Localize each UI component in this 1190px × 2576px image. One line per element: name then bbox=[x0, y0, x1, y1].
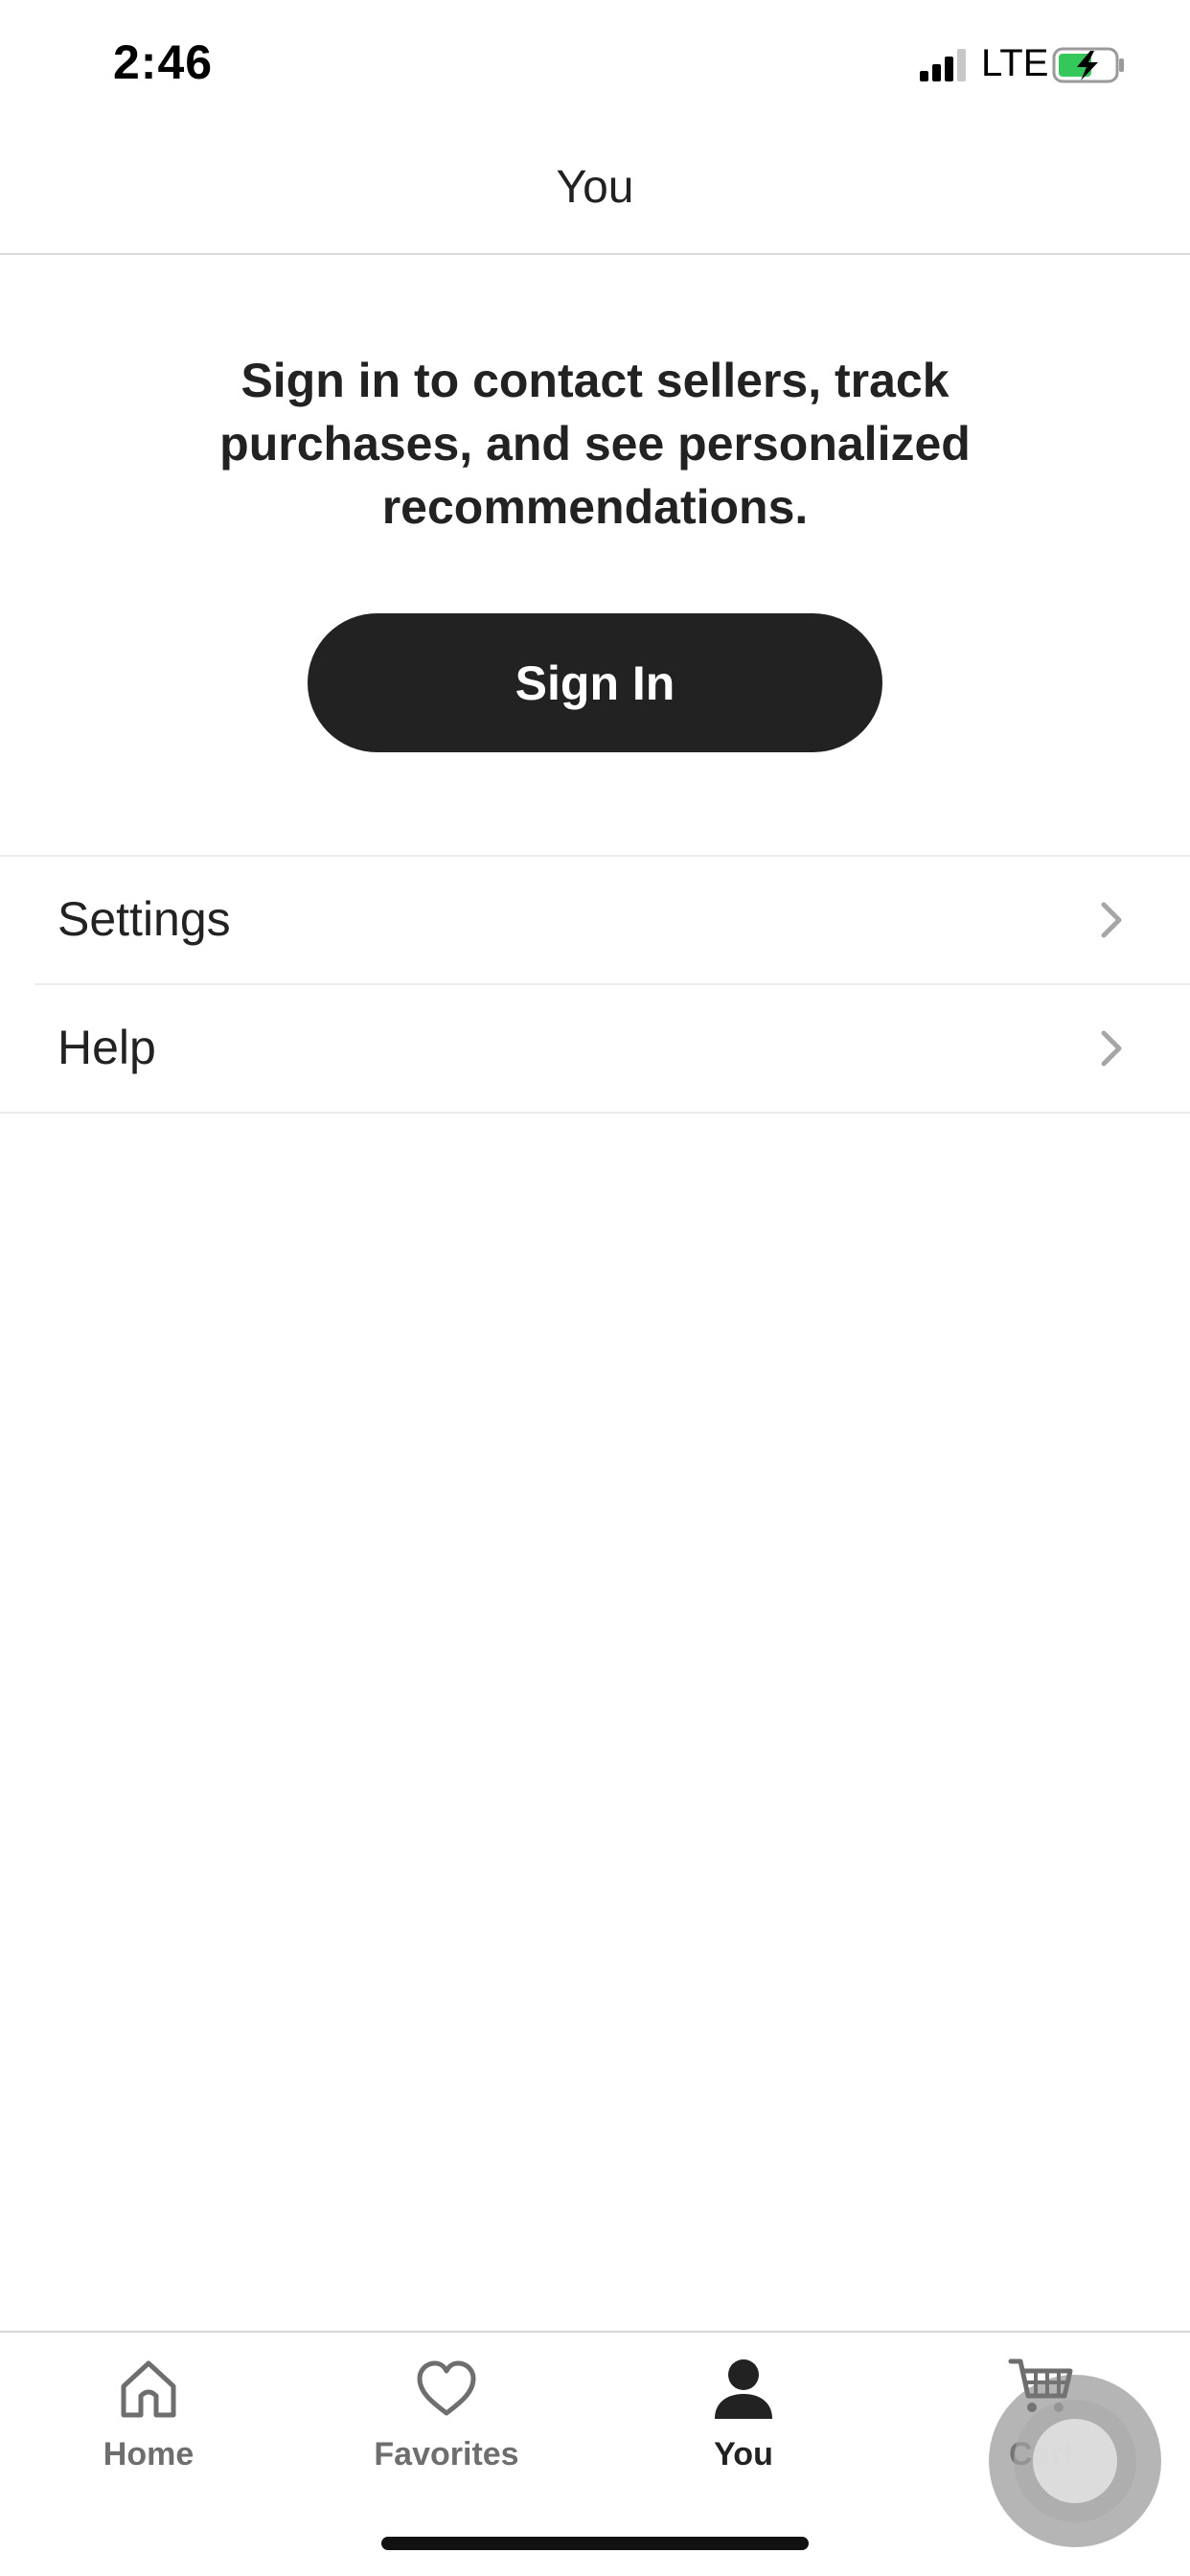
home-indicator[interactable] bbox=[381, 2537, 809, 2550]
tab-label: Home bbox=[103, 2436, 195, 2472]
page-title: You bbox=[556, 162, 634, 213]
nav-bar: You bbox=[0, 126, 1190, 255]
tab-home[interactable]: Home bbox=[43, 2354, 254, 2488]
network-type: LTE bbox=[981, 42, 1049, 84]
signin-prompt-text: Sign in to contact sellers, track purcha… bbox=[219, 354, 971, 534]
person-icon bbox=[715, 2359, 772, 2419]
divider bbox=[0, 1112, 1190, 1114]
tab-you[interactable]: You bbox=[638, 2354, 849, 2488]
status-bar: 2:46 LTE bbox=[0, 0, 1190, 126]
chevron-right-icon bbox=[1101, 902, 1122, 938]
tab-favorites[interactable]: Favorites bbox=[341, 2354, 552, 2488]
menu-item-label: Settings bbox=[57, 892, 231, 946]
assistive-touch-button[interactable] bbox=[989, 2375, 1161, 2547]
menu-item-settings[interactable]: Settings bbox=[0, 857, 1190, 983]
cellular-signal-icon bbox=[920, 49, 966, 81]
tab-label: Favorites bbox=[374, 2436, 519, 2472]
chevron-right-icon bbox=[1101, 1030, 1122, 1067]
menu-item-help[interactable]: Help bbox=[0, 985, 1190, 1112]
assistive-touch-core bbox=[1033, 2419, 1117, 2503]
menu-item-label: Help bbox=[57, 1021, 156, 1074]
heart-icon bbox=[417, 2360, 476, 2416]
sign-in-button[interactable]: Sign In bbox=[308, 613, 882, 752]
status-time: 2:46 bbox=[113, 35, 214, 89]
tab-label: You bbox=[714, 2436, 773, 2472]
home-icon bbox=[121, 2360, 176, 2418]
battery-icon bbox=[1052, 47, 1124, 83]
settings-menu-list: Settings Help bbox=[0, 855, 1190, 1114]
